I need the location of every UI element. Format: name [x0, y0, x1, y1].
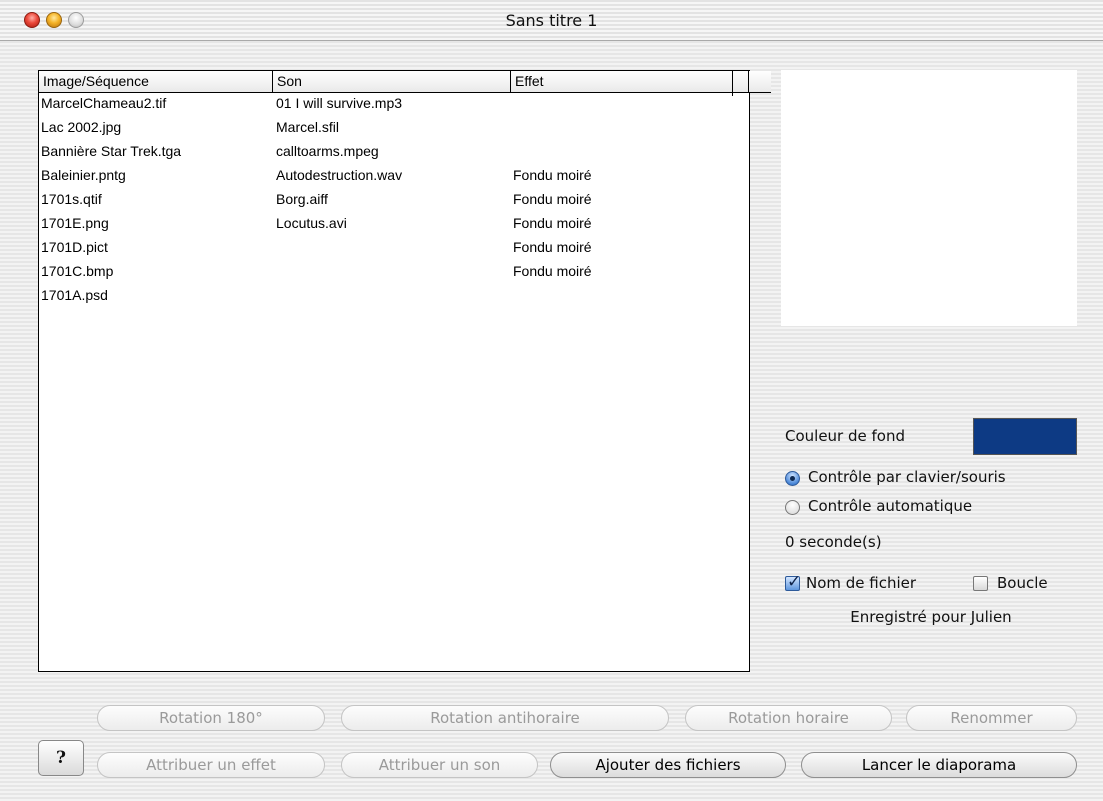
cell-image: Bannière Star Trek.tga — [41, 143, 182, 159]
radio-keyboard-mouse-label[interactable]: Contrôle par clavier/souris — [808, 468, 1006, 486]
table-header: Image/Séquence Son Effet — [39, 71, 771, 93]
cell-image: MarcelChameau2.tif — [41, 95, 167, 111]
cell-sound: Autodestruction.wav — [276, 167, 403, 183]
table-row[interactable]: Baleinier.pntg Autodestruction.wav Fondu… — [39, 165, 749, 189]
image-preview — [781, 70, 1077, 326]
table-row[interactable]: Lac 2002.jpg Marcel.sfil — [39, 117, 749, 141]
table-row[interactable]: 1701C.bmp Fondu moiré — [39, 261, 749, 285]
cell-effect: Fondu moiré — [513, 191, 592, 207]
assign-effect-button[interactable]: Attribuer un effet — [97, 752, 325, 778]
rotate-clockwise-button[interactable]: Rotation horaire — [685, 705, 892, 731]
table-row[interactable]: 1701D.pict Fondu moiré — [39, 237, 749, 261]
cell-effect: Fondu moiré — [513, 263, 592, 279]
loop-checkbox-label[interactable]: Boucle — [997, 574, 1048, 592]
column-header-sound[interactable]: Son — [273, 71, 511, 92]
loop-checkbox[interactable] — [973, 576, 988, 591]
rotate-counterclockwise-button[interactable]: Rotation antihoraire — [341, 705, 669, 731]
window-title: Sans titre 1 — [505, 11, 598, 30]
assign-sound-button[interactable]: Attribuer un son — [341, 752, 538, 778]
table-row[interactable]: 1701E.png Locutus.avi Fondu moiré — [39, 213, 749, 237]
table-row[interactable]: 1701A.psd — [39, 285, 749, 309]
cell-sound: calltoarms.mpeg — [276, 143, 379, 159]
cell-sound: Locutus.avi — [276, 215, 347, 231]
window-titlebar[interactable]: Sans titre 1 — [0, 0, 1103, 41]
column-header-image[interactable]: Image/Séquence — [39, 71, 273, 92]
cell-effect: Fondu moiré — [513, 215, 592, 231]
radio-keyboard-mouse[interactable] — [785, 471, 800, 486]
radio-automatic-label[interactable]: Contrôle automatique — [808, 497, 972, 515]
file-list[interactable]: Image/Séquence Son Effet MarcelChameau2.… — [38, 70, 771, 672]
cell-image: Baleinier.pntg — [41, 167, 126, 183]
help-button[interactable]: ? — [38, 740, 84, 776]
cell-image: 1701D.pict — [41, 239, 108, 255]
cell-image: 1701C.bmp — [41, 263, 114, 279]
radio-automatic[interactable] — [785, 500, 800, 515]
header-divider — [732, 70, 733, 96]
filename-checkbox-label[interactable]: Nom de fichier — [806, 574, 916, 592]
table-row[interactable]: MarcelChameau2.tif 01 I will survive.mp3 — [39, 93, 749, 117]
checkmark-icon: ✓ — [787, 572, 802, 592]
cell-effect: Fondu moiré — [513, 167, 592, 183]
registration-text: Enregistré pour Julien — [850, 608, 1012, 626]
filename-checkbox[interactable]: ✓ — [785, 572, 801, 592]
cell-image: 1701E.png — [41, 215, 109, 231]
column-header-effect[interactable]: Effet — [511, 71, 749, 92]
background-color-swatch[interactable] — [973, 418, 1077, 455]
cell-sound: 01 I will survive.mp3 — [276, 95, 403, 111]
cell-sound: Marcel.sfil — [276, 119, 340, 135]
rotate-180-button[interactable]: Rotation 180° — [97, 705, 325, 731]
cell-image: 1701s.qtif — [41, 191, 102, 207]
cell-sound: Borg.aiff — [276, 191, 328, 207]
cell-image: Lac 2002.jpg — [41, 119, 122, 135]
seconds-value: 0 seconde(s) — [785, 533, 882, 551]
table-row[interactable]: Bannière Star Trek.tga calltoarms.mpeg — [39, 141, 749, 165]
background-color-label: Couleur de fond — [785, 427, 905, 445]
rename-button[interactable]: Renommer — [906, 705, 1077, 731]
cell-effect: Fondu moiré — [513, 239, 592, 255]
start-slideshow-button[interactable]: Lancer le diaporama — [801, 752, 1077, 778]
table-row[interactable]: 1701s.qtif Borg.aiff Fondu moiré — [39, 189, 749, 213]
add-files-button[interactable]: Ajouter des fichiers — [550, 752, 786, 778]
cell-image: 1701A.psd — [41, 287, 108, 303]
